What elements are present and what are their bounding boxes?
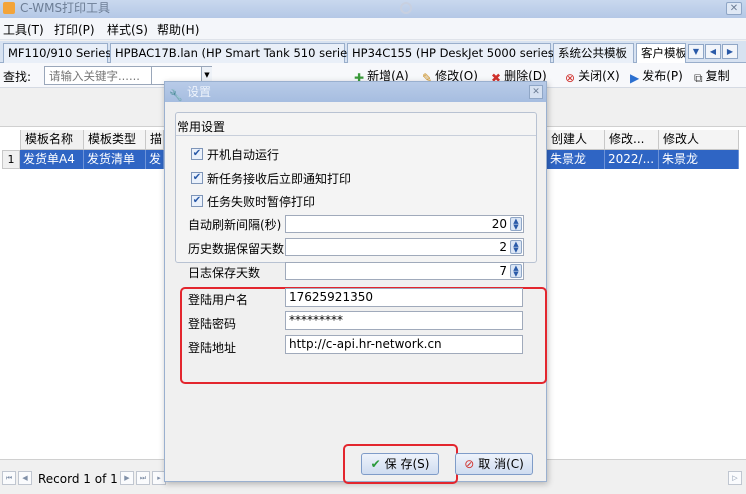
tab-hp-smart-tank[interactable]: HPBAC17B.lan (HP Smart Tank 510 series) xyxy=(110,43,358,63)
pause-on-fail-label: 任务失败时暂停打印 xyxy=(207,195,316,209)
save-button[interactable]: ✔ 保 存(S) xyxy=(361,453,439,475)
pause-on-fail-checkbox[interactable]: ✔ xyxy=(191,195,203,207)
publish-button[interactable]: ▶ 发布(P) xyxy=(630,67,683,85)
history-days-label: 历史数据保留天数 xyxy=(188,242,285,256)
tab-scroll-left-icon[interactable]: ◀ xyxy=(705,44,721,59)
log-days-label: 日志保存天数 xyxy=(188,266,261,280)
cancel-button[interactable]: ⊘ 取 消(C) xyxy=(455,453,533,475)
check-icon: ✔ xyxy=(370,457,381,471)
tab-mf110[interactable]: MF110/910 Series xyxy=(3,43,111,63)
search-divider xyxy=(151,67,152,84)
password-field[interactable]: ********* xyxy=(285,311,523,330)
col-modifier[interactable]: 修改人 xyxy=(659,130,739,150)
spinner-icon[interactable]: ▲ ▼ xyxy=(510,240,522,254)
history-days-input[interactable]: 2 ▲ ▼ xyxy=(285,238,524,256)
record-status: Record 1 of 1 xyxy=(38,472,118,486)
col-modified-time[interactable]: 修改... xyxy=(605,130,659,150)
search-input[interactable] xyxy=(45,67,149,84)
cancel-icon: ⊘ xyxy=(464,457,475,471)
notify-print-checkbox[interactable]: ✔ xyxy=(191,172,203,184)
search-label: 查找: xyxy=(3,70,32,84)
app-icon xyxy=(3,2,15,14)
cell-creator[interactable]: 朱景龙 xyxy=(547,150,605,169)
settings-dialog: 🔧 设置 ✕ 常用设置 ✔ 开机自动运行 ✔ 新任务接收后立即通知打印 ✔ 任务… xyxy=(164,81,547,484)
wrench-icon: 🔧 xyxy=(169,89,183,102)
menu-style[interactable]: 样式(S) xyxy=(107,21,148,38)
refresh-interval-label: 自动刷新间隔(秒) xyxy=(188,218,282,232)
col-template-type[interactable]: 模板类型 xyxy=(84,130,146,150)
username-label: 登陆用户名 xyxy=(188,293,249,307)
first-record-icon[interactable]: ⏮ xyxy=(2,471,16,485)
address-label: 登陆地址 xyxy=(188,341,237,355)
cell-template-name[interactable]: 发货单A4 xyxy=(20,150,84,169)
menu-help[interactable]: 帮助(H) xyxy=(157,21,199,38)
menu-tools[interactable]: 工具(T) xyxy=(3,21,44,38)
password-label: 登陆密码 xyxy=(188,317,237,331)
dialog-title-bar: 🔧 设置 ✕ xyxy=(165,82,546,102)
spinner-icon[interactable]: ▲ ▼ xyxy=(510,217,522,231)
next-record-icon[interactable]: ▶ xyxy=(120,471,134,485)
row-number[interactable]: 1 xyxy=(2,150,20,169)
menu-print[interactable]: 打印(P) xyxy=(54,21,95,38)
address-field[interactable]: http://c-api.hr-network.cn xyxy=(285,335,523,354)
scroll-right-icon[interactable]: ▷ xyxy=(728,471,742,485)
col-description[interactable]: 描 xyxy=(146,130,164,150)
log-days-input[interactable]: 7 ▲ ▼ xyxy=(285,262,524,280)
title-bar: C-WMS打印工具 ✕ xyxy=(0,0,746,18)
group-divider xyxy=(176,135,536,136)
printer-tab-strip: MF110/910 Series HPBAC17B.lan (HP Smart … xyxy=(0,41,746,63)
app-title: C-WMS打印工具 xyxy=(20,1,111,15)
copy-icon: ⧉ xyxy=(694,71,703,85)
cell-modified-time[interactable]: 2022/... xyxy=(605,150,659,169)
col-template-name[interactable]: 模板名称 xyxy=(20,130,84,150)
window-close-button[interactable]: ✕ xyxy=(726,2,742,15)
refresh-interval-input[interactable]: 20 ▲ ▼ xyxy=(285,215,524,233)
dialog-title: 设置 xyxy=(187,85,212,99)
cell-template-type[interactable]: 发货清单 xyxy=(84,150,146,169)
spinner-icon[interactable]: ▲ ▼ xyxy=(510,264,522,278)
autostart-checkbox[interactable]: ✔ xyxy=(191,148,203,160)
col-creator[interactable]: 创建人 xyxy=(547,130,605,150)
last-record-icon[interactable]: ⏭ xyxy=(136,471,150,485)
tab-system-templates[interactable]: 系统公共模板 xyxy=(553,43,634,63)
cell-description[interactable]: 发 xyxy=(146,150,164,169)
tab-scroll-right-icon[interactable]: ▶ xyxy=(722,44,738,59)
close-button[interactable]: ⊗ 关闭(X) xyxy=(565,67,620,85)
autostart-label: 开机自动运行 xyxy=(207,148,280,162)
close-circle-icon: ⊗ xyxy=(565,71,576,85)
username-field[interactable]: 17625921350 xyxy=(285,288,523,307)
play-icon: ▶ xyxy=(630,71,640,85)
group-title: 常用设置 xyxy=(177,120,226,134)
tab-list-dropdown-icon[interactable]: ▼ xyxy=(688,44,704,59)
cell-modifier[interactable]: 朱景龙 xyxy=(659,150,739,169)
menu-bar: 工具(T) 打印(P) 样式(S) 帮助(H) xyxy=(0,18,746,40)
dialog-close-button[interactable]: ✕ xyxy=(529,85,543,99)
tab-hp-deskjet[interactable]: HP34C155 (HP DeskJet 5000 series) xyxy=(347,43,558,63)
copy-button[interactable]: ⧉ 复制 xyxy=(694,67,730,86)
loading-icon xyxy=(400,2,412,14)
notify-print-label: 新任务接收后立即通知打印 xyxy=(207,172,352,186)
tab-customer-templates[interactable]: 客户模板 xyxy=(636,43,686,63)
prev-record-icon[interactable]: ◀ xyxy=(18,471,32,485)
